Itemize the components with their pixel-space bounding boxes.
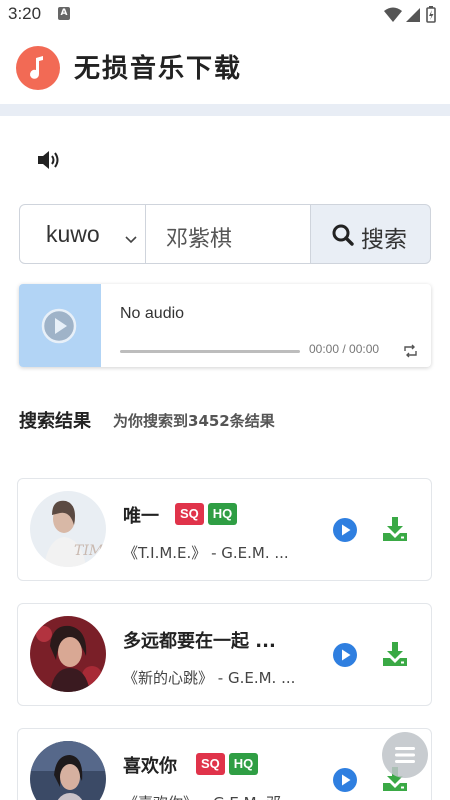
play-icon[interactable]: [332, 767, 358, 793]
results-title: 搜索结果: [19, 411, 91, 432]
search-button[interactable]: 搜索: [310, 204, 431, 264]
play-icon[interactable]: [332, 517, 358, 543]
menu-icon: [395, 747, 415, 763]
hq-badge: HQ: [207, 503, 238, 525]
music-note-icon: [16, 46, 60, 90]
search-row: kuwo 邓紫棋 搜索: [19, 204, 431, 264]
battery-icon: [426, 6, 436, 23]
quality-tags: SQ HQ: [175, 503, 241, 525]
song-title: 唯一: [123, 506, 159, 527]
svg-text:TIME: TIME: [74, 543, 106, 559]
play-icon[interactable]: [332, 642, 358, 668]
player-status: No audio: [120, 305, 185, 322]
signal-icon: [406, 8, 420, 22]
hq-badge: HQ: [228, 753, 259, 775]
song-card[interactable]: 多远都要在一起 ... 《新的心跳》 - G.E.M. ...: [17, 603, 432, 706]
results-count: 为你搜索到3452条结果: [113, 412, 275, 430]
album-cover: TIME: [30, 491, 106, 567]
app-title: 无损音乐下载: [74, 54, 243, 84]
song-title: 多远都要在一起 ...: [123, 631, 276, 652]
repeat-icon[interactable]: [403, 343, 418, 362]
download-icon[interactable]: [381, 640, 409, 668]
chevron-down-icon: [125, 229, 137, 248]
song-card[interactable]: TIME 唯一 SQHQ 《T.I.M.E.》 - G.E.M. ...: [17, 478, 432, 581]
quality-tags: SQ HQ: [196, 753, 262, 775]
player-time: 00:00 / 00:00: [309, 342, 380, 356]
play-circle-icon[interactable]: [41, 308, 77, 344]
sq-badge: SQ: [196, 753, 225, 775]
player-progress-bar[interactable]: [120, 350, 300, 353]
album-cover: [30, 741, 106, 800]
results-header: 搜索结果 为你搜索到3452条结果: [19, 407, 275, 433]
floating-menu-button[interactable]: [382, 732, 428, 778]
search-button-label: 搜索: [361, 227, 407, 253]
song-title: 喜欢你: [123, 756, 177, 777]
song-card[interactable]: 喜欢你 SQHQ 《喜欢你》 - G.E.M. 邓...: [17, 728, 432, 800]
album-cover: [30, 616, 106, 692]
song-album: 《T.I.M.E.》 - G.E.M. ...: [123, 544, 289, 562]
player-cover: [19, 284, 101, 367]
notification-icon: A: [58, 7, 70, 20]
download-icon[interactable]: [381, 515, 409, 543]
search-input[interactable]: 邓紫棋: [145, 204, 311, 264]
sq-badge: SQ: [175, 503, 204, 525]
header-divider: [0, 104, 450, 116]
wifi-icon: [384, 7, 402, 22]
status-time: 3:20: [8, 4, 42, 23]
status-bar: 3:20 A: [0, 0, 450, 30]
speaker-volume-icon[interactable]: [36, 148, 64, 172]
song-album: 《喜欢你》 - G.E.M. 邓...: [123, 792, 295, 800]
source-select[interactable]: kuwo: [19, 204, 146, 264]
app-header: 无损音乐下载: [0, 30, 450, 104]
audio-player: No audio 00:00 / 00:00: [19, 284, 431, 367]
status-icons: [382, 5, 442, 29]
search-icon: [331, 223, 355, 251]
search-input-value: 邓紫棋: [166, 227, 233, 252]
song-album: 《新的心跳》 - G.E.M. ...: [123, 669, 296, 687]
source-select-value: kuwo: [46, 221, 100, 247]
